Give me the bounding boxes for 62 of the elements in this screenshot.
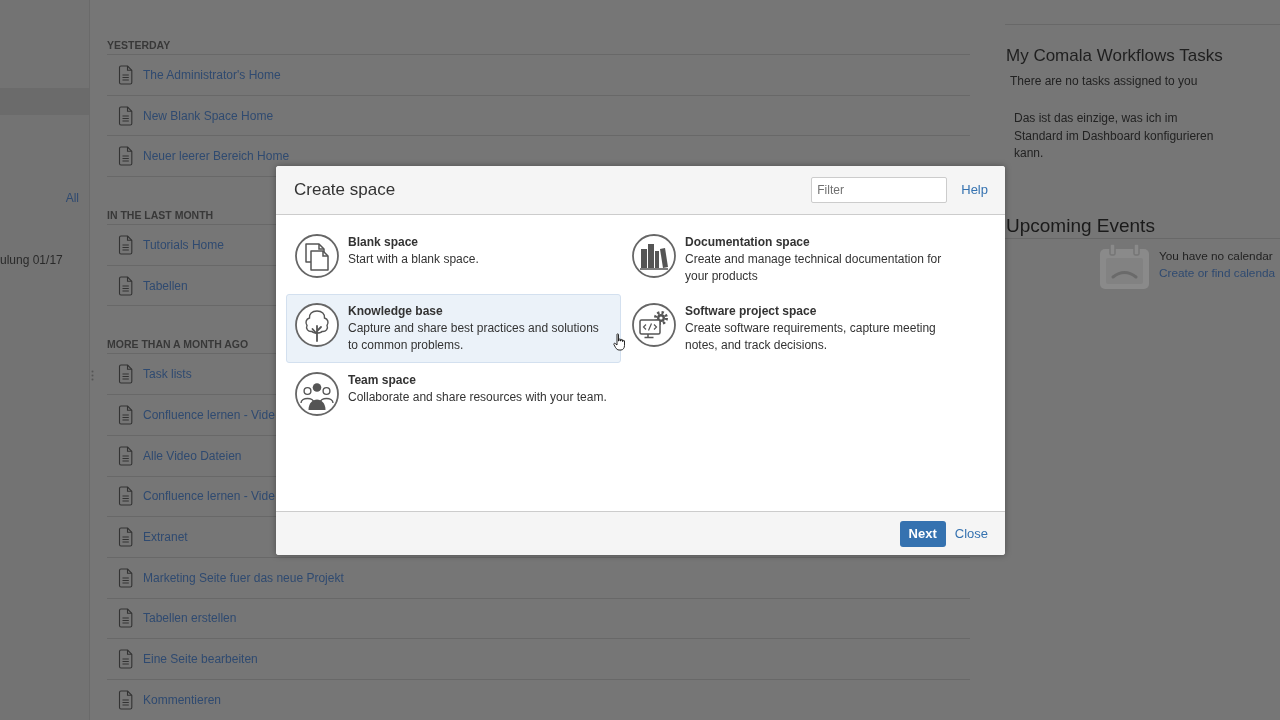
no-calendars-text: You have no calendar bbox=[1159, 247, 1274, 265]
option-description: Collaborate and share resources with your team. bbox=[348, 389, 607, 406]
document-icon bbox=[118, 486, 133, 507]
document-icon bbox=[118, 64, 133, 85]
page-link[interactable]: Extranet bbox=[143, 530, 188, 545]
next-button[interactable]: Next bbox=[899, 520, 946, 547]
page-link[interactable]: Confluence lernen - Vide bbox=[143, 489, 275, 504]
document-icon bbox=[118, 608, 133, 629]
dashboard-note: Das ist das einzige, was ich im Standard im Dashboard konfigurieren kann. bbox=[1014, 110, 1215, 162]
document-icon bbox=[118, 527, 133, 548]
option-description: Create and manage technical documentation for your products bbox=[685, 251, 943, 285]
close-link[interactable]: Close bbox=[954, 525, 988, 542]
help-link[interactable]: Help bbox=[961, 182, 988, 198]
option-title: Knowledge base bbox=[348, 303, 443, 320]
section-heading: YESTERDAY bbox=[107, 38, 171, 51]
filter-input[interactable]: Filter bbox=[811, 177, 948, 203]
section-heading: IN THE LAST MONTH bbox=[107, 208, 214, 221]
document-icon bbox=[118, 445, 133, 466]
all-link[interactable]: All bbox=[65, 191, 79, 205]
pages-icon bbox=[295, 234, 339, 278]
page-link[interactable]: New Blank Space Home bbox=[143, 108, 274, 123]
page-link[interactable]: Neuer leerer Bereich Home bbox=[143, 149, 290, 164]
sad-calendar-icon bbox=[1099, 243, 1150, 290]
option-title: Blank space bbox=[348, 234, 419, 251]
page-link[interactable]: Kommentieren bbox=[143, 692, 222, 707]
option-title: Software project space bbox=[685, 303, 817, 320]
page-link[interactable]: Alle Video Dateien bbox=[143, 448, 242, 463]
team-icon bbox=[295, 372, 339, 416]
page-link[interactable]: Eine Seite bearbeiten bbox=[143, 652, 258, 667]
document-icon bbox=[118, 364, 133, 385]
option-description: Capture and share best practices and solutions to common problems. bbox=[348, 320, 600, 354]
no-tasks-text: There are no tasks assigned to you bbox=[1010, 74, 1198, 88]
events-heading: Upcoming Events bbox=[1006, 214, 1156, 237]
document-icon bbox=[118, 689, 133, 710]
sidebar-item[interactable]: ulung 01/17 bbox=[0, 253, 63, 267]
space-option[interactable]: Knowledge base Capture and share best practices and solutions to common problems. bbox=[286, 294, 621, 363]
page-link[interactable]: Tabellen bbox=[143, 278, 188, 293]
option-title: Documentation space bbox=[685, 234, 810, 251]
document-icon bbox=[118, 105, 133, 126]
option-description: Create software requirements, capture meeting notes, and track decisions. bbox=[685, 320, 937, 354]
tasks-heading: My Comala Workflows Tasks bbox=[1006, 46, 1223, 66]
page-link[interactable]: Confluence lernen - Vide bbox=[143, 407, 275, 422]
page-link[interactable]: Task lists bbox=[143, 367, 192, 382]
document-icon bbox=[118, 404, 133, 425]
document-icon bbox=[118, 275, 133, 296]
option-description: Start with a blank space. bbox=[348, 251, 479, 268]
page-link[interactable]: Tabellen erstellen bbox=[143, 611, 237, 626]
document-icon bbox=[118, 146, 133, 167]
page-link[interactable]: Tutorials Home bbox=[143, 237, 224, 252]
page-link[interactable]: Marketing Seite fuer das neue Projekt bbox=[143, 570, 344, 585]
monitor-gear-icon bbox=[632, 303, 676, 347]
calendar-link[interactable]: Create or find calenda bbox=[1159, 264, 1276, 282]
page-link[interactable]: The Administrator's Home bbox=[143, 67, 281, 82]
document-icon bbox=[118, 234, 133, 255]
document-icon bbox=[118, 567, 133, 588]
tree-icon bbox=[295, 303, 339, 347]
option-title: Team space bbox=[348, 372, 416, 389]
hand-cursor-icon bbox=[613, 333, 626, 351]
section-heading: MORE THAN A MONTH AGO bbox=[107, 337, 249, 350]
books-icon bbox=[632, 234, 676, 278]
document-icon bbox=[118, 649, 133, 670]
dialog-title: Create space bbox=[294, 180, 396, 200]
